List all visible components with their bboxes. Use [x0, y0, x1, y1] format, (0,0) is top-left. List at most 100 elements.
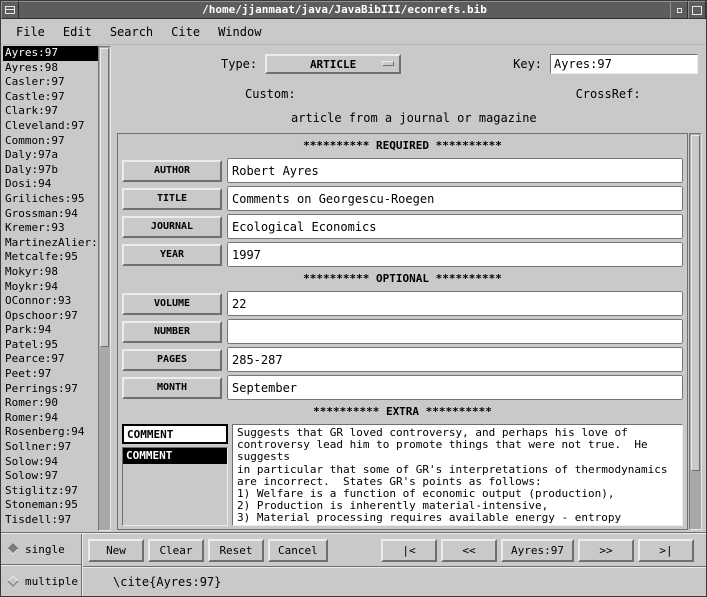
reference-list-item[interactable]: Ayres:97: [3, 46, 98, 61]
mode-single-label: single: [25, 543, 65, 556]
optional-section-header: ********** OPTIONAL **********: [122, 270, 683, 288]
reference-list-item[interactable]: Daly:97b: [3, 163, 98, 178]
field-input[interactable]: [227, 375, 683, 400]
field-label-button[interactable]: TITLE: [122, 188, 222, 210]
comment-textarea[interactable]: [232, 424, 683, 526]
nav-button[interactable]: >>: [578, 539, 634, 562]
field-label-button[interactable]: YEAR: [122, 244, 222, 266]
cite-command: \cite{Ayres:97}: [113, 575, 221, 589]
field-input[interactable]: [227, 214, 683, 239]
mode-multiple[interactable]: multiple: [1, 566, 81, 596]
reference-list-item[interactable]: Stiglitz:97: [3, 484, 98, 499]
field-row: VOLUME: [122, 291, 683, 316]
type-dropdown[interactable]: ARTICLE: [265, 54, 401, 74]
footer-controls: NewClearResetCancel |<<<Ayres:97>>>| \ci…: [83, 534, 706, 596]
reference-list-item[interactable]: Ayres:98: [3, 61, 98, 76]
reference-list-item[interactable]: Tisdell:97: [3, 513, 98, 528]
reference-list-item[interactable]: Park:94: [3, 323, 98, 338]
nav-button[interactable]: |<: [381, 539, 437, 562]
nav-button[interactable]: >|: [638, 539, 694, 562]
reference-list-item[interactable]: Romer:94: [3, 411, 98, 426]
key-input[interactable]: [550, 54, 698, 74]
field-input[interactable]: [227, 186, 683, 211]
reference-list-item[interactable]: Peet:97: [3, 367, 98, 382]
menu-item[interactable]: Window: [209, 22, 270, 42]
field-row: PAGES: [122, 347, 683, 372]
cite-mode-panel: single multiple: [1, 534, 81, 596]
key-label: Key:: [513, 57, 542, 71]
button-row: NewClearResetCancel |<<<Ayres:97>>>|: [83, 534, 706, 566]
reference-list-item[interactable]: Castle:97: [3, 90, 98, 105]
scrollbar-thumb[interactable]: [100, 48, 109, 347]
action-button[interactable]: New: [88, 539, 144, 562]
reference-list-item[interactable]: MartinezAlier:97: [3, 236, 98, 251]
menu-item[interactable]: Edit: [54, 22, 101, 42]
nav-button[interactable]: <<: [441, 539, 497, 562]
field-label-button[interactable]: MONTH: [122, 377, 222, 399]
reference-list-item[interactable]: Solow:97: [3, 469, 98, 484]
action-button[interactable]: Reset: [208, 539, 264, 562]
reference-list-item[interactable]: Clark:97: [3, 104, 98, 119]
extra-field-selector: COMMENT: [122, 424, 228, 526]
menu-item[interactable]: File: [7, 22, 54, 42]
action-button[interactable]: Cancel: [268, 539, 328, 562]
form-scrollbar[interactable]: [689, 133, 702, 530]
cite-row: \cite{Ayres:97}: [83, 568, 706, 596]
field-label-button[interactable]: PAGES: [122, 349, 222, 371]
app-window: /home/jjanmaat/java/JavaBibIII/econrefs.…: [0, 0, 707, 597]
reference-list-item[interactable]: Romer:90: [3, 396, 98, 411]
field-label-button[interactable]: VOLUME: [122, 293, 222, 315]
field-label-button[interactable]: NUMBER: [122, 321, 222, 343]
field-row: YEAR: [122, 242, 683, 267]
reference-list-item[interactable]: Pearce:97: [3, 352, 98, 367]
extra-field-option[interactable]: COMMENT: [123, 448, 227, 464]
window-menu-button[interactable]: [1, 1, 19, 19]
entry-editor: Type: ARTICLE Key: Custom: CrossRef: art…: [111, 45, 706, 532]
reference-list-item[interactable]: Griliches:95: [3, 192, 98, 207]
reference-list-item[interactable]: Common:97: [3, 134, 98, 149]
field-input[interactable]: [227, 347, 683, 372]
reference-list-item[interactable]: Grossman:94: [3, 207, 98, 222]
reference-list-item[interactable]: Perrings:97: [3, 382, 98, 397]
reference-list-item[interactable]: Mokyr:98: [3, 265, 98, 280]
reference-list-item[interactable]: Daly:97a: [3, 148, 98, 163]
field-row: NUMBER: [122, 319, 683, 344]
type-label: Type:: [221, 57, 257, 71]
field-row: AUTHOR: [122, 158, 683, 183]
reference-list-item[interactable]: Metcalfe:95: [3, 250, 98, 265]
reference-list-item[interactable]: Cleveland:97: [3, 119, 98, 134]
field-label-button[interactable]: JOURNAL: [122, 216, 222, 238]
maximize-button[interactable]: [688, 1, 706, 19]
minimize-button[interactable]: [670, 1, 688, 19]
reference-list-item[interactable]: Stoneman:95: [3, 498, 98, 513]
field-input[interactable]: [227, 158, 683, 183]
reference-list-item[interactable]: Sollner:97: [3, 440, 98, 455]
reference-list-item[interactable]: Opschoor:97: [3, 309, 98, 324]
type-key-row: Type: ARTICLE Key:: [113, 53, 702, 75]
reference-list-item[interactable]: OConnor:93: [3, 294, 98, 309]
menu-item[interactable]: Search: [101, 22, 162, 42]
reference-list-item[interactable]: Solow:94: [3, 455, 98, 470]
field-input[interactable]: [227, 319, 683, 344]
reference-list-item[interactable]: Moykr:94: [3, 280, 98, 295]
reference-list-item[interactable]: Patel:95: [3, 338, 98, 353]
reference-list-scrollbar[interactable]: [98, 46, 111, 531]
extra-field-name-input[interactable]: [122, 424, 228, 444]
field-input[interactable]: [227, 242, 683, 267]
reference-list-item[interactable]: Kremer:93: [3, 221, 98, 236]
menu-item[interactable]: Cite: [162, 22, 209, 42]
field-label-button[interactable]: AUTHOR: [122, 160, 222, 182]
extra-field-list: COMMENT: [122, 447, 228, 526]
nav-button[interactable]: Ayres:97: [501, 539, 574, 562]
reference-list-item[interactable]: Dosi:94: [3, 177, 98, 192]
radio-selected-icon: [7, 543, 18, 554]
scrollbar-thumb[interactable]: [691, 135, 700, 471]
reference-list-item[interactable]: Casler:97: [3, 75, 98, 90]
titlebar: /home/jjanmaat/java/JavaBibIII/econrefs.…: [1, 1, 706, 19]
extra-section: COMMENT: [122, 424, 683, 526]
action-button[interactable]: Clear: [148, 539, 204, 562]
field-input[interactable]: [227, 291, 683, 316]
menubar: FileEditSearchCiteWindow: [1, 19, 706, 45]
reference-list-item[interactable]: Rosenberg:94: [3, 425, 98, 440]
mode-single[interactable]: single: [1, 534, 81, 564]
